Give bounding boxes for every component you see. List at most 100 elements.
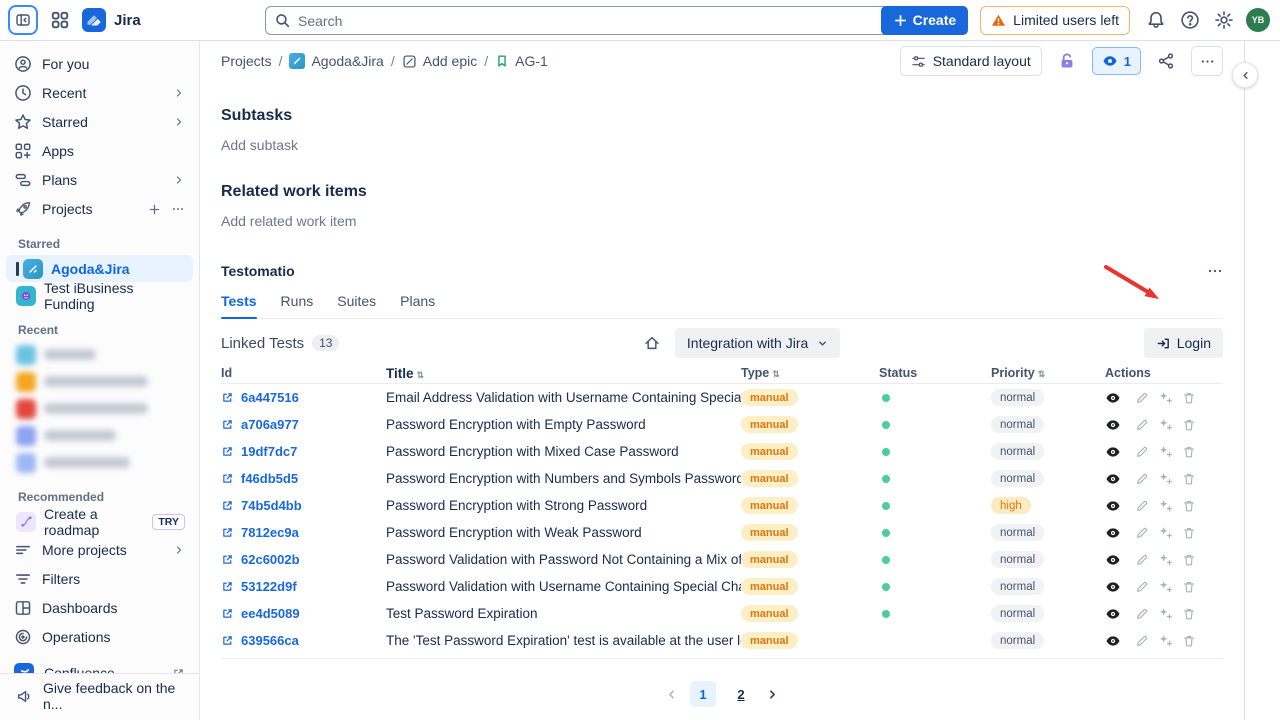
delete-icon[interactable]	[1182, 445, 1196, 459]
column-header-status[interactable]: Status	[879, 366, 991, 380]
watch-icon[interactable]	[1105, 498, 1121, 514]
add-related-work-item-link[interactable]: Add related work item	[221, 213, 1223, 229]
column-header-priority[interactable]: Priority⇅	[991, 366, 1105, 380]
delete-icon[interactable]	[1182, 418, 1196, 432]
collapse-panel-button[interactable]	[1232, 62, 1258, 88]
delete-icon[interactable]	[1182, 526, 1196, 540]
breadcrumb-projects[interactable]: Projects	[221, 53, 272, 69]
ai-sparkle-icon[interactable]	[1158, 498, 1173, 513]
delete-icon[interactable]	[1182, 391, 1196, 405]
recent-project-placeholder[interactable]	[6, 422, 193, 449]
add-subtask-link[interactable]: Add subtask	[221, 137, 1223, 153]
ai-sparkle-icon[interactable]	[1158, 633, 1173, 648]
watch-icon[interactable]	[1105, 525, 1121, 541]
ai-sparkle-icon[interactable]	[1158, 444, 1173, 459]
ai-sparkle-icon[interactable]	[1158, 525, 1173, 540]
edit-icon[interactable]	[1135, 526, 1149, 540]
sidebar-item-more-projects[interactable]: More projects	[6, 536, 193, 564]
tab-suites[interactable]: Suites	[337, 293, 376, 318]
sidebar-project-agoda-jira[interactable]: Agoda&Jira	[6, 255, 193, 282]
recent-project-placeholder[interactable]	[6, 449, 193, 476]
test-id-link[interactable]: f46db5d5	[241, 471, 298, 486]
column-header-id[interactable]: Id	[221, 366, 386, 380]
watch-icon[interactable]	[1105, 579, 1121, 595]
standard-layout-button[interactable]: Standard layout	[900, 46, 1042, 76]
limited-users-button[interactable]: Limited users left	[980, 6, 1130, 35]
add-project-icon[interactable]	[148, 203, 161, 216]
sidebar-toggle-button[interactable]	[8, 5, 38, 35]
sidebar-item-create-roadmap[interactable]: Create a roadmap TRY	[6, 508, 193, 535]
tab-plans[interactable]: Plans	[400, 293, 435, 318]
ai-sparkle-icon[interactable]	[1158, 606, 1173, 621]
create-button[interactable]: Create	[881, 6, 969, 35]
column-header-title[interactable]: Title⇅	[386, 366, 741, 381]
give-feedback-button[interactable]: Give feedback on the n...	[6, 682, 193, 710]
test-id-link[interactable]: 53122d9f	[241, 579, 297, 594]
test-id-link[interactable]: 62c6002b	[241, 552, 300, 567]
delete-icon[interactable]	[1182, 634, 1196, 648]
watch-icon[interactable]	[1105, 552, 1121, 568]
help-button[interactable]	[1180, 10, 1200, 30]
tab-tests[interactable]: Tests	[221, 293, 257, 318]
viewers-button[interactable]: 1	[1092, 47, 1141, 75]
test-id-link[interactable]: 74b5d4bb	[241, 498, 302, 513]
edit-icon[interactable]	[1135, 553, 1149, 567]
edit-icon[interactable]	[1135, 418, 1149, 432]
sidebar-item-projects[interactable]: Projects	[6, 195, 193, 223]
sidebar-item-dashboards[interactable]: Dashboards	[6, 594, 193, 622]
search-input[interactable]	[265, 6, 920, 35]
ai-sparkle-icon[interactable]	[1158, 417, 1173, 432]
sidebar-item-operations[interactable]: Operations	[6, 623, 193, 651]
page-2-button[interactable]: 2	[728, 681, 754, 707]
recent-project-placeholder[interactable]	[6, 395, 193, 422]
test-id-link[interactable]: 19df7dc7	[241, 444, 297, 459]
watch-icon[interactable]	[1105, 390, 1121, 406]
test-id-link[interactable]: a706a977	[241, 417, 299, 432]
breadcrumb-issue-key[interactable]: AG-1	[495, 53, 548, 69]
jira-home-link[interactable]: Jira	[82, 8, 141, 32]
edit-icon[interactable]	[1135, 472, 1149, 486]
sidebar-item-apps[interactable]: Apps	[6, 137, 193, 165]
column-header-type[interactable]: Type⇅	[741, 366, 879, 380]
tab-runs[interactable]: Runs	[281, 293, 314, 318]
sidebar-item-plans[interactable]: Plans	[6, 166, 193, 194]
breadcrumb-project[interactable]: Agoda&Jira	[289, 53, 383, 69]
ai-sparkle-icon[interactable]	[1158, 552, 1173, 567]
edit-icon[interactable]	[1135, 607, 1149, 621]
app-switcher-button[interactable]	[50, 10, 70, 30]
page-1-button[interactable]: 1	[690, 681, 716, 707]
watch-icon[interactable]	[1105, 606, 1121, 622]
unlock-button[interactable]	[1052, 46, 1082, 76]
sidebar-item-recent[interactable]: Recent	[6, 79, 193, 107]
edit-icon[interactable]	[1135, 391, 1149, 405]
delete-icon[interactable]	[1182, 607, 1196, 621]
recent-project-placeholder[interactable]	[6, 368, 193, 395]
issue-more-actions-button[interactable]	[1191, 46, 1223, 76]
sidebar-item-confluence[interactable]: Confluence	[6, 659, 193, 673]
ai-sparkle-icon[interactable]	[1158, 579, 1173, 594]
watch-icon[interactable]	[1105, 444, 1121, 460]
notifications-button[interactable]	[1146, 10, 1166, 30]
edit-icon[interactable]	[1135, 634, 1149, 648]
login-button[interactable]: Login	[1144, 328, 1223, 358]
share-button[interactable]	[1151, 46, 1181, 76]
sidebar-item-filters[interactable]: Filters	[6, 565, 193, 593]
watch-icon[interactable]	[1105, 417, 1121, 433]
testomatio-more-button[interactable]	[1207, 263, 1223, 279]
delete-icon[interactable]	[1182, 499, 1196, 513]
edit-icon[interactable]	[1135, 445, 1149, 459]
test-id-link[interactable]: 7812ec9a	[241, 525, 299, 540]
home-icon[interactable]	[643, 334, 661, 352]
test-id-link[interactable]: 6a447516	[241, 390, 299, 405]
sidebar-project-test-ibusiness[interactable]: Test iBusiness Funding	[6, 282, 193, 309]
settings-button[interactable]	[1214, 10, 1234, 30]
delete-icon[interactable]	[1182, 580, 1196, 594]
test-id-link[interactable]: ee4d5089	[241, 606, 300, 621]
project-selector-dropdown[interactable]: Integration with Jira	[675, 328, 840, 358]
ai-sparkle-icon[interactable]	[1158, 471, 1173, 486]
breadcrumb-add-epic[interactable]: Add epic	[402, 53, 477, 69]
delete-icon[interactable]	[1182, 472, 1196, 486]
edit-icon[interactable]	[1135, 499, 1149, 513]
recent-project-placeholder[interactable]	[6, 341, 193, 368]
user-avatar[interactable]: YB	[1246, 8, 1270, 32]
